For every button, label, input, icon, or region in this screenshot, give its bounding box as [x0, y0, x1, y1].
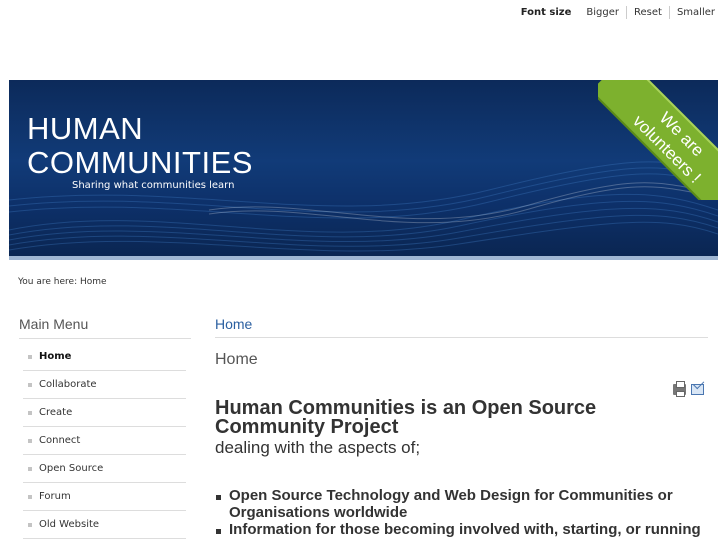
menu-title: Main Menu: [19, 316, 191, 339]
bullet-icon: [28, 494, 32, 499]
site-title-line2: COMMUNITIES: [27, 145, 253, 180]
article-bullet-list: Open Source Technology and Web Design fo…: [215, 487, 708, 538]
sidebar-item-label: Connect: [39, 435, 81, 446]
sidebar-item-label: Create: [39, 407, 73, 418]
section-title[interactable]: Home: [215, 316, 708, 338]
sidebar-item-connect[interactable]: Connect: [23, 427, 186, 455]
article-headline: Human Communities is an Open Source Comm…: [215, 397, 597, 438]
font-reset-link[interactable]: Reset: [627, 6, 670, 19]
font-smaller-link[interactable]: Smaller: [670, 6, 715, 19]
volunteers-ribbon-wrap: We are volunteers !: [598, 80, 718, 200]
article-subline: dealing with the aspects of;: [215, 438, 421, 457]
sidebar-item-label: Home: [39, 351, 72, 362]
font-bigger-link[interactable]: Bigger: [579, 6, 628, 19]
site-slogan: Sharing what communities learn: [72, 180, 235, 191]
volunteers-ribbon: We are volunteers !: [598, 80, 718, 200]
sidebar-main-menu: Main Menu Home Collaborate Create Connec…: [19, 316, 191, 539]
bullet-icon: [28, 466, 32, 471]
font-size-bar: Font size Bigger Reset Smaller: [521, 6, 715, 19]
header-banner: HUMAN COMMUNITIES Sharing what communiti…: [9, 80, 718, 260]
sidebar-item-label: Forum: [39, 491, 71, 502]
page-title: Home: [215, 351, 258, 368]
list-item: Open Source Technology and Web Design fo…: [215, 487, 708, 521]
bullet-icon: [28, 354, 32, 359]
sidebar-item-label: Open Source: [39, 463, 104, 474]
print-icon[interactable]: [673, 381, 686, 397]
bullet-icon: [28, 410, 32, 415]
sidebar-item-home[interactable]: Home: [23, 343, 186, 371]
bullet-icon: [28, 522, 32, 527]
main-content: Home Home Human Communities is an Open S…: [215, 316, 708, 538]
bullet-icon: [28, 382, 32, 387]
list-item: Information for those becoming involved …: [215, 521, 708, 538]
sidebar-item-label: Collaborate: [39, 379, 97, 390]
sidebar-item-forum[interactable]: Forum: [23, 483, 186, 511]
sidebar-item-old-website[interactable]: Old Website: [23, 511, 186, 539]
email-icon[interactable]: [691, 384, 704, 395]
site-title-line1: HUMAN: [27, 111, 144, 146]
bullet-icon: [28, 438, 32, 443]
sidebar-item-open-source[interactable]: Open Source: [23, 455, 186, 483]
site-title[interactable]: HUMAN COMMUNITIES: [27, 112, 253, 180]
sidebar-item-create[interactable]: Create: [23, 399, 186, 427]
sidebar-item-collaborate[interactable]: Collaborate: [23, 371, 186, 399]
sidebar-item-label: Old Website: [39, 519, 100, 530]
article-tools: [673, 381, 704, 397]
font-size-label: Font size: [520, 7, 572, 18]
breadcrumb: You are here: Home: [18, 277, 107, 287]
